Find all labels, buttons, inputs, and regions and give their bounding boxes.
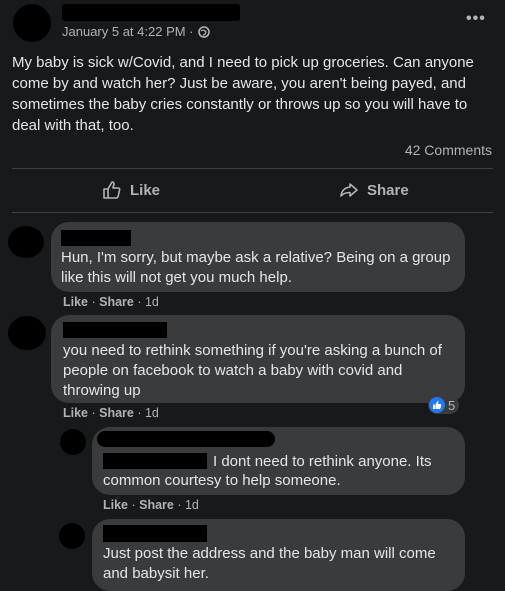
- divider-top: [12, 168, 493, 169]
- poster-name-redacted[interactable]: [62, 4, 240, 21]
- post-timestamp[interactable]: January 5 at 4:22 PM ·: [62, 24, 210, 39]
- comment-count[interactable]: 42 Comments: [405, 142, 492, 158]
- reply-age[interactable]: 1d: [185, 498, 199, 512]
- comment-text: Hun, I'm sorry, but maybe ask a relative…: [61, 249, 451, 286]
- share-button[interactable]: Share: [339, 180, 409, 200]
- reply-text: Just post the address and the baby man w…: [103, 545, 436, 582]
- comment-age[interactable]: 1d: [145, 406, 159, 420]
- post-body: My baby is sick w/Covid, and I need to p…: [12, 54, 474, 134]
- commenter-avatar[interactable]: [8, 226, 44, 258]
- replier-name-redacted[interactable]: [103, 525, 207, 542]
- reply-like-link[interactable]: Like: [103, 498, 128, 512]
- more-options-icon[interactable]: •••: [466, 10, 486, 28]
- replier-avatar[interactable]: [60, 429, 86, 455]
- commenter-name-redacted[interactable]: [61, 230, 131, 246]
- comment-age[interactable]: 1d: [145, 295, 159, 309]
- reply-text-line2: common courtesy to help someone.: [103, 472, 341, 489]
- commenter-avatar[interactable]: [8, 316, 46, 350]
- share-arrow-icon: [340, 183, 358, 197]
- comment-actions: Like · Share · 1d: [63, 406, 159, 420]
- comment-share-link[interactable]: Share: [99, 406, 134, 420]
- replier-avatar[interactable]: [59, 523, 85, 549]
- comment-like-link[interactable]: Like: [63, 406, 88, 420]
- globe-icon: [197, 25, 210, 38]
- like-reaction-icon: [429, 397, 445, 413]
- comment-share-link[interactable]: Share: [99, 295, 134, 309]
- reaction-count-badge[interactable]: 5: [428, 396, 460, 414]
- comment-actions: Like · Share · 1d: [63, 295, 159, 309]
- reply-share-link[interactable]: Share: [139, 498, 174, 512]
- mention-redacted[interactable]: [103, 453, 207, 469]
- reply-actions: Like · Share · 1d: [103, 498, 199, 512]
- reply-text-line1: I dont need to rethink anyone. Its: [213, 453, 432, 470]
- comment-like-link[interactable]: Like: [63, 295, 88, 309]
- replier-name-redacted[interactable]: [97, 431, 275, 447]
- commenter-name-redacted[interactable]: [63, 322, 167, 338]
- thumbs-up-icon: [103, 181, 121, 199]
- poster-avatar[interactable]: [13, 4, 51, 42]
- divider-bottom: [12, 212, 493, 213]
- like-button[interactable]: Like: [102, 180, 160, 200]
- comment-text: you need to rethink something if you're …: [63, 342, 442, 399]
